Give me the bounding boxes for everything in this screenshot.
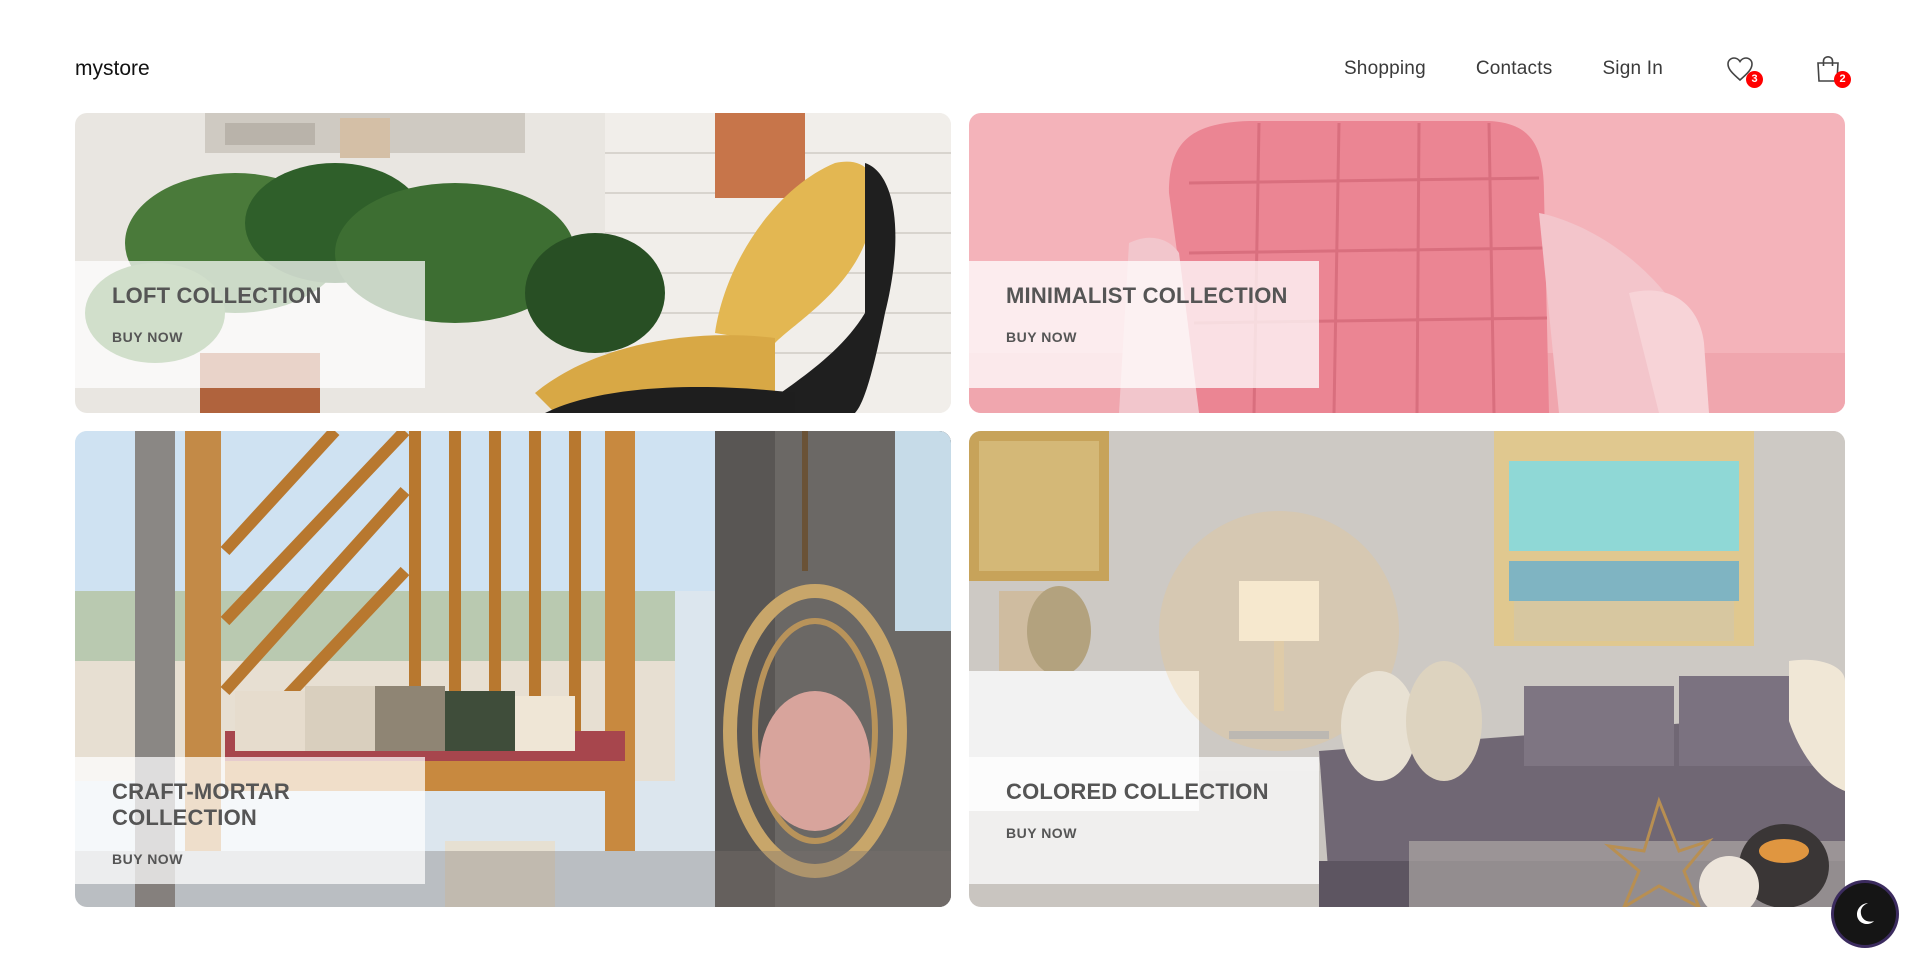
moon-icon	[1857, 903, 1874, 924]
main-nav: Shopping Contacts Sign In 3 2	[1294, 38, 1851, 100]
collection-caption: LOFT COLLECTION BUY NOW	[75, 261, 425, 388]
collection-card-craft-mortar[interactable]: CRAFT-MORTAR COLLECTION BUY NOW	[75, 431, 951, 907]
buy-now-link[interactable]: BUY NOW	[112, 851, 183, 867]
collection-caption: COLORED COLLECTION BUY NOW	[969, 757, 1319, 884]
nav-link-contacts[interactable]: Contacts	[1476, 58, 1553, 80]
wishlist-count-badge: 3	[1746, 71, 1763, 88]
collection-caption: MINIMALIST COLLECTION BUY NOW	[969, 261, 1319, 388]
collection-caption: CRAFT-MORTAR COLLECTION BUY NOW	[75, 757, 425, 884]
collection-title: COLORED COLLECTION	[1006, 779, 1269, 804]
wishlist-button[interactable]: 3	[1723, 52, 1763, 88]
nav-link-shopping[interactable]: Shopping	[1344, 58, 1426, 80]
buy-now-link[interactable]: BUY NOW	[1006, 825, 1077, 841]
collections-grid: LOFT COLLECTION BUY NOW MINIMALIST COLLE…	[75, 113, 1845, 907]
nav-link-sign-in[interactable]: Sign In	[1602, 58, 1663, 80]
collection-card-colored[interactable]: COLORED COLLECTION BUY NOW	[969, 431, 1845, 907]
collection-title: CRAFT-MORTAR COLLECTION	[112, 779, 290, 830]
collection-title: LOFT COLLECTION	[112, 283, 322, 308]
collection-card-loft[interactable]: LOFT COLLECTION BUY NOW	[75, 113, 951, 413]
collection-title: MINIMALIST COLLECTION	[1006, 283, 1288, 308]
cart-count-badge: 2	[1834, 71, 1851, 88]
store-logo[interactable]: mystore	[75, 57, 150, 81]
collection-card-minimalist[interactable]: MINIMALIST COLLECTION BUY NOW	[969, 113, 1845, 413]
cart-button[interactable]: 2	[1811, 52, 1851, 88]
site-header: mystore Shopping Contacts Sign In 3 2	[75, 38, 1851, 100]
buy-now-link[interactable]: BUY NOW	[1006, 329, 1077, 345]
theme-toggle-button[interactable]	[1834, 883, 1896, 945]
buy-now-link[interactable]: BUY NOW	[112, 329, 183, 345]
